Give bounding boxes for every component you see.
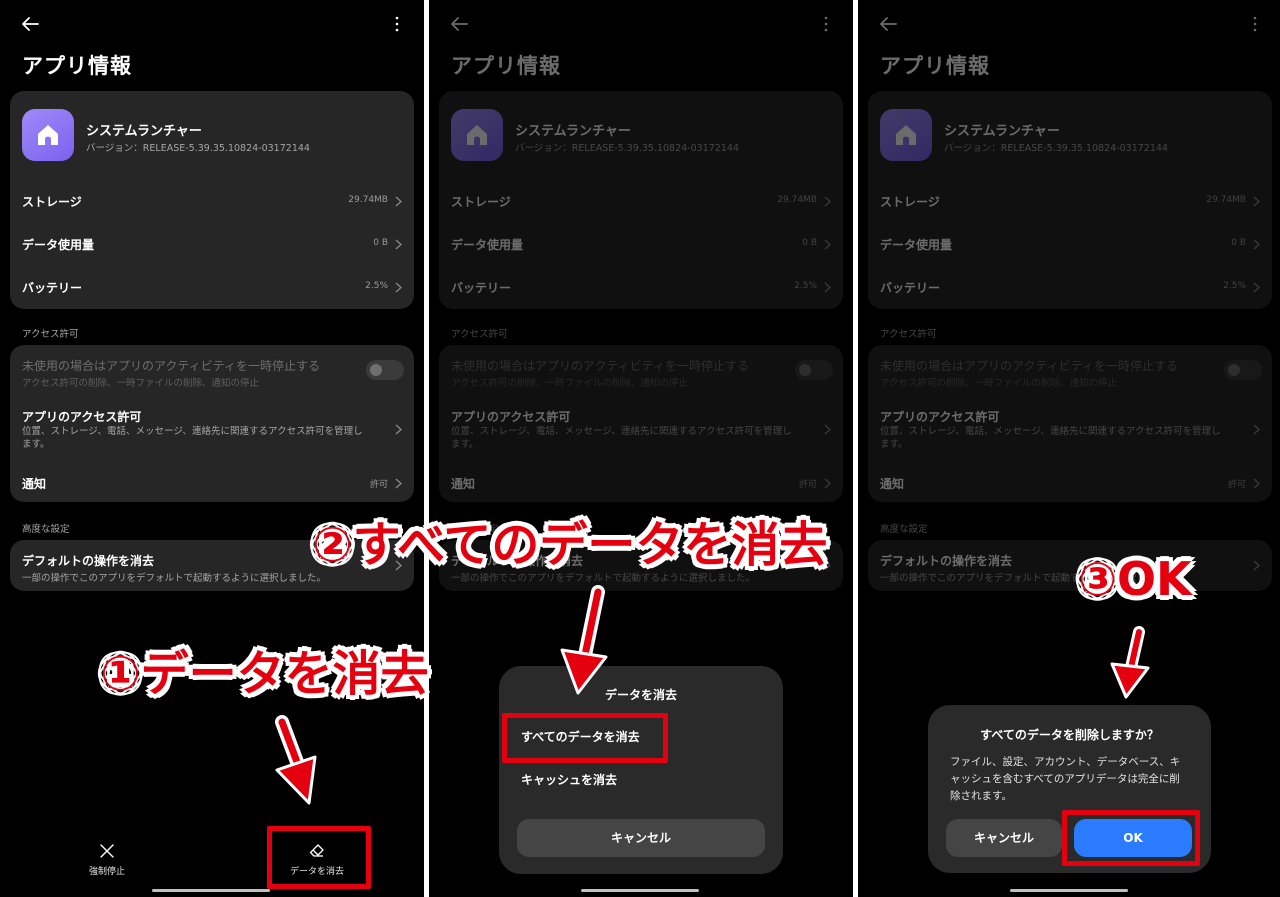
arrow-step1: [275, 715, 317, 805]
arrow-step2: [560, 585, 608, 695]
annotation-arrows: [275, 585, 1150, 805]
arrow-step3: [1110, 626, 1150, 699]
